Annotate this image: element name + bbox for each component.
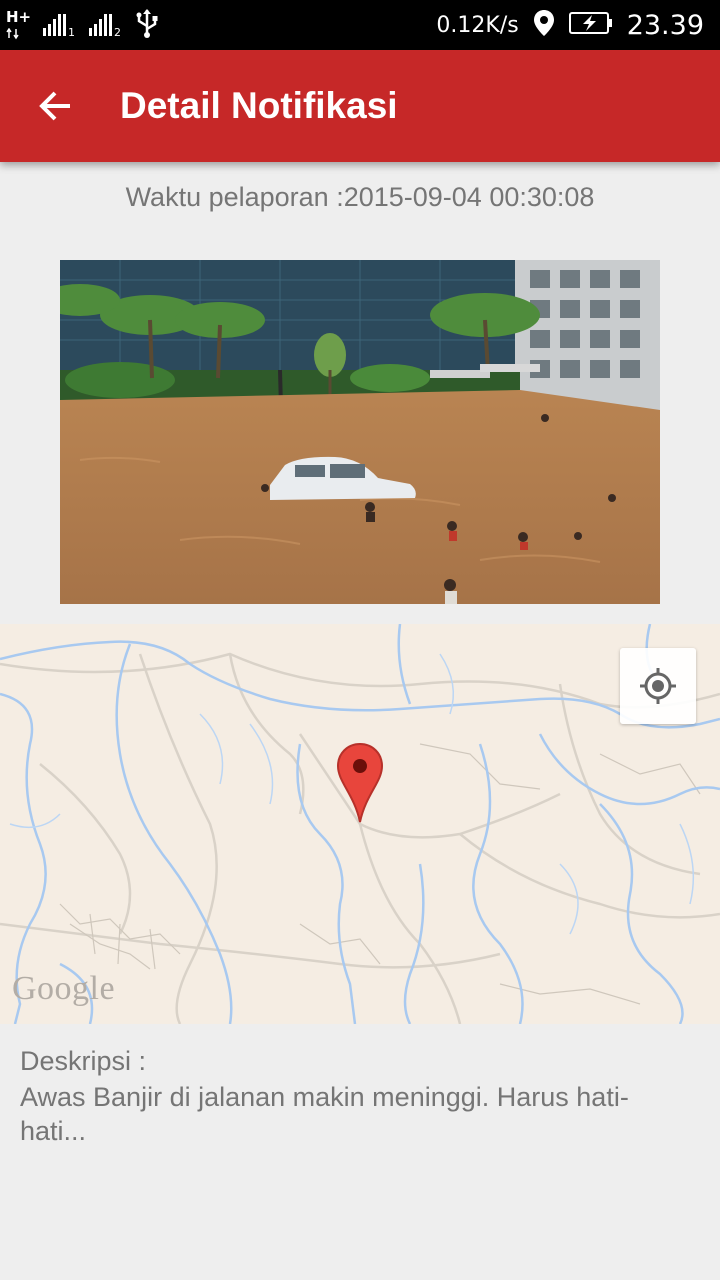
description-label: Deskripsi : — [20, 1046, 147, 1076]
status-right: 0.12K/s 23.39 — [436, 0, 704, 50]
flood-photo — [60, 260, 660, 604]
location-icon — [533, 9, 555, 41]
usb-icon — [134, 8, 160, 42]
clock: 23.39 — [626, 9, 704, 41]
app-bar: Detail Notifikasi — [0, 50, 720, 162]
signal-sim2-icon: 2 — [88, 8, 122, 42]
report-time: Waktu pelaporan :2015-09-04 00:30:08 — [125, 182, 595, 212]
arrow-back-icon — [39, 91, 70, 121]
my-location-icon — [640, 668, 676, 704]
signal-sim1-icon: 1 — [42, 8, 76, 42]
description-text: Awas Banjir di jalanan makin meninggi. H… — [20, 1082, 629, 1146]
network-speed: 0.12K/s — [436, 12, 519, 38]
network-type-icon: H+ — [6, 8, 31, 42]
page-title: Detail Notifikasi — [120, 85, 398, 126]
location-map[interactable] — [0, 624, 720, 1024]
status-bar: H+ 1 2 0.12K/s 23.39 — [0, 0, 720, 50]
battery-charging-icon — [568, 12, 613, 38]
google-attribution: Google — [12, 970, 116, 1007]
back-button[interactable] — [28, 78, 84, 134]
my-location-button[interactable] — [620, 648, 696, 724]
status-left: H+ 1 2 — [6, 8, 160, 42]
map-marker-icon[interactable] — [336, 742, 384, 824]
